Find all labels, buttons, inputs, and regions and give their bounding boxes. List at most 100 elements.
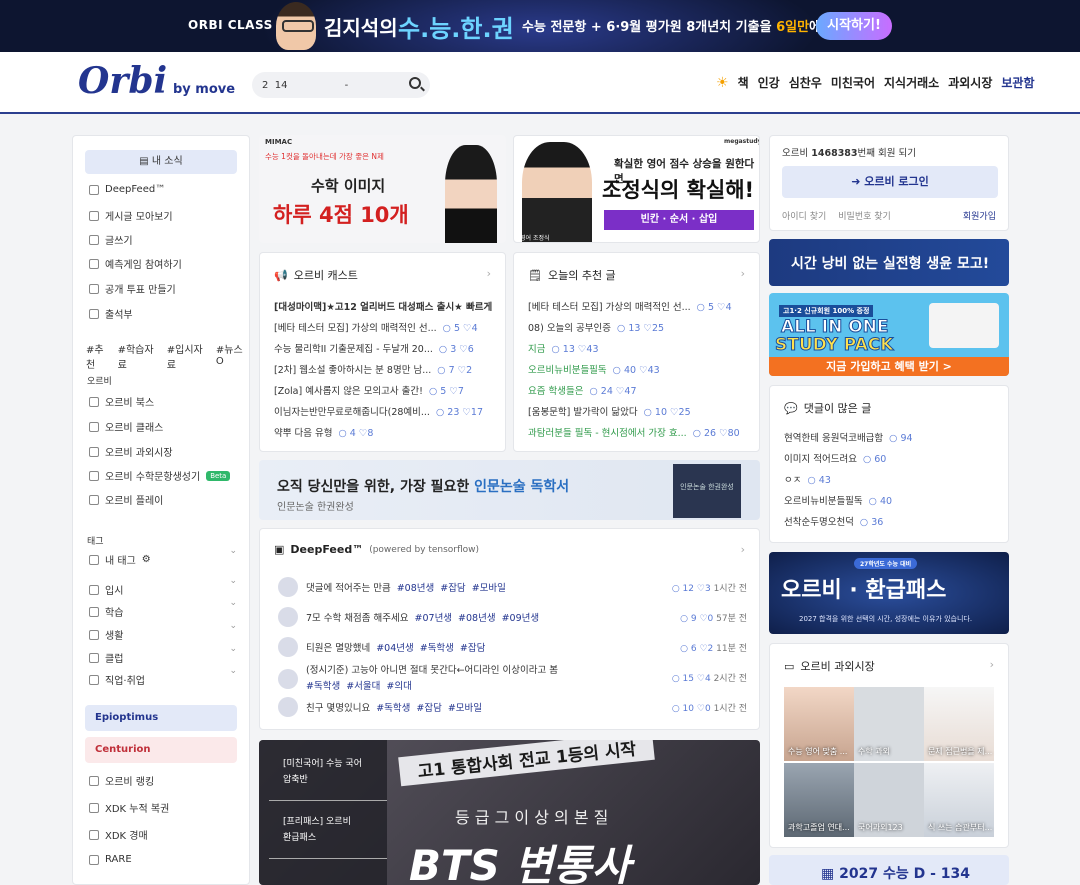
menu-lottery[interactable]: XDK 누적 복권 <box>89 800 169 815</box>
login-button[interactable]: ➜ 오르비 로그인 <box>782 166 998 198</box>
ad-bts-social[interactable]: 고1 통합사회 전교 1등의 시작 [미친국어] 수능 국어 압축반 [프리패스]… <box>259 740 760 885</box>
search-icon[interactable] <box>409 77 421 89</box>
tag-life-item[interactable]: 생활 <box>89 627 123 642</box>
tutor-thumb[interactable]: 수학 과외 <box>854 687 924 761</box>
theme-toggle-icon[interactable]: ☀ <box>716 75 729 91</box>
list-item[interactable]: 과탐러분들 필독 - 현시점에서 가장 효... ○ 26 ♡80 <box>528 423 749 444</box>
tag-news[interactable]: #뉴스O <box>216 341 249 371</box>
list-item[interactable]: 약뿌 다음 유형 ○ 4 ♡8 <box>274 423 495 444</box>
tutor-header[interactable]: ▭ 오르비 과외시장 <box>784 658 875 674</box>
ad-essay-book[interactable]: 오직 당신만을 위한, 가장 필요한 인문논술 독학서 인문논술 한권완성 인문… <box>259 460 760 520</box>
list-item[interactable]: 수능 물리학II 기출문제집 - 두날개 20... ○ 3 ♡6 <box>274 339 495 360</box>
menu-auction[interactable]: XDK 경매 <box>89 827 148 842</box>
list-item[interactable]: 08) 오늘의 공부인증 ○ 13 ♡25 <box>528 318 749 339</box>
list-item[interactable]: [베타 테스터 모집] 가상의 매력적인 선... ○ 5 ♡4 <box>274 318 495 339</box>
list-item[interactable]: [움봉문학] 발가락이 닮았다 ○ 10 ♡25 <box>528 402 749 423</box>
feed-row[interactable]: 댓글에 적어주는 만큼 #08년생 #잡담 #모바일 ○ 12 ♡3 1시간 전 <box>278 577 747 597</box>
menu-attendance[interactable]: 출석부 <box>89 306 133 321</box>
list-item[interactable]: [대성마이맥]★고12 얼리버드 대성패스 출시★ 빠르게 ... <box>274 297 495 318</box>
ad-ethics-mock[interactable]: 시간 낭비 없는 실전형 생윤 모고! <box>769 239 1009 286</box>
list-item[interactable]: 지금 ○ 13 ♡43 <box>528 339 749 360</box>
nav-korean[interactable]: 미친국어 <box>831 74 875 91</box>
tag-job-item[interactable]: 직업·취업 <box>89 672 145 687</box>
tier-epioptimus[interactable]: Epioptimus <box>85 705 237 731</box>
menu-rare[interactable]: RARE <box>89 854 132 865</box>
menu-math-gen[interactable]: 오르비 수학문항생성기 Beta <box>89 468 231 483</box>
top-banner-ad[interactable]: ORBI CLASS 김지석의 수.능.한.권 수능 전문항 + 6·9월 평가… <box>0 0 1080 52</box>
find-pw-link[interactable]: 비밀번호 찾기 <box>838 209 891 222</box>
nav-lecture[interactable]: 인강 <box>758 74 780 91</box>
recommend-header[interactable]: 🗒 오늘의 추천 글 <box>528 267 616 283</box>
search-bar[interactable] <box>252 72 430 98</box>
tutor-thumb[interactable]: 문제 접근법을 제... <box>924 687 994 761</box>
ad-math-image[interactable]: MIMAC 수능 1컷을 돌아내는데 가장 좋은 N제 수학 이미지 하루 4점… <box>259 135 506 243</box>
tag-study[interactable]: #학습자료 <box>118 341 161 371</box>
bottom-link-1[interactable]: [미친국어] 수능 국어 압축반 <box>283 756 362 788</box>
list-item[interactable]: 현역한테 응원덕코배급함 ○ 94 <box>784 428 998 449</box>
cast-header[interactable]: 📢 오르비 캐스트 <box>274 267 358 283</box>
menu-predict[interactable]: 예측게임 참여하기 <box>89 256 182 271</box>
my-news-button[interactable]: ▤ 내 소식 <box>85 150 237 174</box>
chevron-right-icon[interactable]: › <box>741 543 745 556</box>
chevron-right-icon[interactable]: › <box>741 267 745 280</box>
list-item[interactable]: 선착순두명오천덕 ○ 36 <box>784 512 998 533</box>
deepfeed-header[interactable]: ▣ DeepFeed™ (powered by tensorflow) <box>274 543 479 556</box>
list-item[interactable]: [Zola] 예사롭지 않은 모의고사 출간! ○ 5 ♡7 <box>274 381 495 402</box>
ad-study-pack[interactable]: 고1·2 신규회원 100% 증정 ALL IN ONE STUDY PACK … <box>769 293 1009 376</box>
feed-row[interactable]: (정시기준) 고능아 아니면 절대 못간다←어디라인 이상이라고 봄 #독학생 #서… <box>278 663 747 695</box>
list-item[interactable]: [2차] 웹소설 좋아하시는 분 8명만 남... ○ 7 ♡2 <box>274 360 495 381</box>
feed-row[interactable]: 7모 수학 채점좀 해주세요 #07년생 #08년생 #09년생 ○ 9 ♡0 57… <box>278 607 747 627</box>
nav-storage[interactable]: 보관함 <box>1001 74 1034 91</box>
nav-knowledge[interactable]: 지식거래소 <box>884 74 939 91</box>
menu-tutor-market[interactable]: 오르비 과외시장 <box>89 444 173 459</box>
tag-admission[interactable]: #입시자료 <box>167 341 210 371</box>
banner-cta-button[interactable]: 시작하기! <box>816 12 892 40</box>
bottom-link-2[interactable]: [프리패스] 오르비 환급패스 <box>283 814 351 846</box>
tutor-thumb[interactable]: 과학고졸업 연대... <box>784 763 854 837</box>
nav-simchanwoo[interactable]: 심찬우 <box>789 74 822 91</box>
join-link[interactable]: 회원가입 <box>963 209 996 222</box>
menu-vote[interactable]: 공개 투표 만들기 <box>89 281 176 296</box>
tier-centurion[interactable]: Centurion <box>85 737 237 763</box>
feed-row[interactable]: 친구 몇명있니요 #독학생 #잡담 #모바일 ○ 10 ♡0 1시간 전 <box>278 697 747 717</box>
menu-write[interactable]: 글쓰기 <box>89 232 133 247</box>
chevron-right-icon[interactable]: › <box>990 658 994 671</box>
list-item[interactable]: 오르비뉴비분들필독 ○ 40 <box>784 491 998 512</box>
orbi-logo[interactable]: Orbi <box>78 60 167 102</box>
nav-book[interactable]: 책 <box>738 74 749 91</box>
chevron-down-icon[interactable]: ⌄ <box>229 576 237 586</box>
chevron-down-icon[interactable]: ⌄ <box>229 644 237 654</box>
nav-tutor[interactable]: 과외시장 <box>948 74 992 91</box>
tag-admission-item[interactable]: 입시 <box>89 582 123 597</box>
list-item[interactable]: 이미지 적어드려요 ○ 60 <box>784 449 998 470</box>
my-tag[interactable]: 내 태그 ⚙ <box>89 552 151 567</box>
list-item[interactable]: 요즘 학생들은 ○ 24 ♡47 <box>528 381 749 402</box>
feed-row[interactable]: 티원은 멸망했네 #04년생 #독학생 #잡담 ○ 6 ♡2 11분 전 <box>278 637 747 657</box>
tutor-thumb[interactable]: 국어과외123 <box>854 763 924 837</box>
menu-class[interactable]: 오르비 클래스 <box>89 419 163 434</box>
ad-english[interactable]: megastudy 확실한 영어 점수 상승을 원한다면 조정식의 확실해! 빈… <box>513 135 760 243</box>
list-item[interactable]: 이님자는반만무료로해줍니다(28예비... ○ 23 ♡17 <box>274 402 495 423</box>
menu-deepfeed[interactable]: DeepFeed™ <box>89 184 165 195</box>
gear-icon[interactable]: ⚙ <box>142 554 151 565</box>
list-item[interactable]: ㅇㅈ ○ 43 <box>784 470 998 491</box>
chevron-down-icon[interactable]: ⌄ <box>229 598 237 608</box>
chevron-down-icon[interactable]: ⌄ <box>229 666 237 676</box>
ad-refund-pass[interactable]: 27학년도 수능 대비 오르비 · 환급패스 2027 합격을 위한 선택의 시… <box>769 552 1009 634</box>
most-header[interactable]: 💬 댓글이 많은 글 <box>784 400 871 416</box>
tutor-thumb[interactable]: 수능 영어 맞춤 ... <box>784 687 854 761</box>
tag-study-item[interactable]: 학습 <box>89 604 123 619</box>
chevron-down-icon[interactable]: ⌄ <box>229 546 237 556</box>
menu-ranking[interactable]: 오르비 랭킹 <box>89 773 154 788</box>
tag-recommend[interactable]: #추천 <box>86 341 112 371</box>
tag-club-item[interactable]: 클럽 <box>89 650 123 665</box>
list-item[interactable]: [베타 테스터 모집] 가상의 매력적인 선... ○ 5 ♡4 <box>528 297 749 318</box>
search-input[interactable] <box>262 76 392 94</box>
chevron-down-icon[interactable]: ⌄ <box>229 621 237 631</box>
find-id-link[interactable]: 아이디 찾기 <box>782 209 826 222</box>
chevron-right-icon[interactable]: › <box>487 267 491 280</box>
tutor-thumb[interactable]: 식 쓰는 습관부터... <box>924 763 994 837</box>
menu-play[interactable]: 오르비 플레이 <box>89 492 163 507</box>
menu-posts[interactable]: 게시글 모아보기 <box>89 208 173 223</box>
menu-books[interactable]: 오르비 북스 <box>89 394 154 409</box>
